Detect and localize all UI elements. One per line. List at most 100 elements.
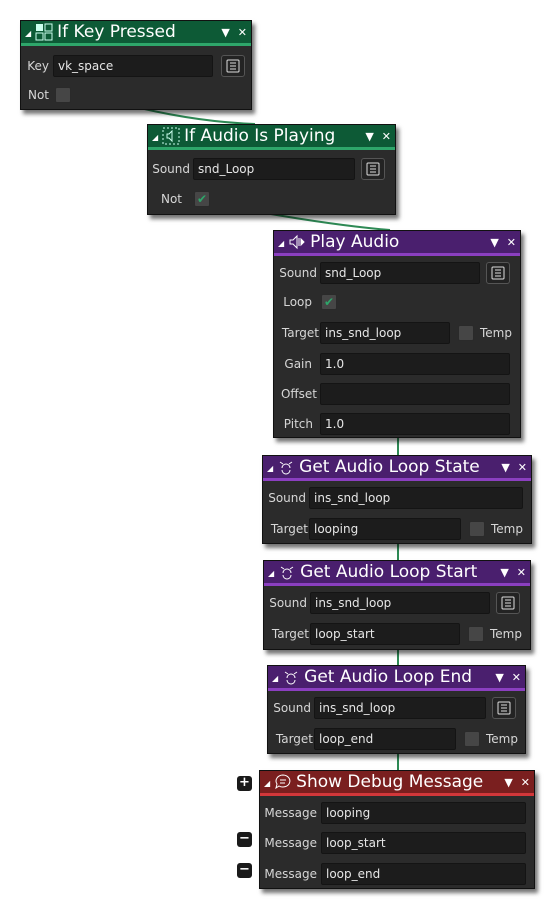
pitch-label: Pitch <box>283 417 313 431</box>
message-label: Message <box>264 806 317 820</box>
list-picker-icon <box>491 266 505 280</box>
block-title: Play Audio <box>310 232 400 252</box>
get-audio-loop-state-block[interactable]: ◢ Get Audio Loop State ▼ ✕ Sound ins_snd_… <box>262 455 532 544</box>
list-picker-icon <box>366 162 380 176</box>
message-input-3[interactable]: loop_end <box>321 863 526 885</box>
sound-input[interactable]: ins_snd_loop <box>310 592 490 614</box>
dropdown-arrow-icon[interactable]: ▼ <box>500 566 508 579</box>
block-title: Get Audio Loop Start <box>300 562 478 582</box>
collapse-triangle-icon[interactable]: ◢ <box>267 464 273 473</box>
remove-message-button-2[interactable]: − <box>237 832 252 847</box>
list-picker-icon <box>501 596 515 610</box>
play-audio-block[interactable]: ◢ Play Audio ▼ ✕ Sound snd_Loop Loop ✔ Ta… <box>273 230 521 438</box>
add-message-button[interactable]: + <box>237 776 252 791</box>
collapse-triangle-icon[interactable]: ◢ <box>272 674 278 683</box>
sound-input[interactable]: ins_snd_loop <box>309 487 523 509</box>
speech-bubble-icon <box>275 774 291 790</box>
temp-checkbox[interactable] <box>469 521 485 537</box>
sound-input[interactable]: snd_Loop <box>193 158 355 180</box>
gain-label: Gain <box>284 357 312 371</box>
list-picker-icon <box>497 701 511 715</box>
sound-picker-button[interactable] <box>486 262 510 284</box>
get-audio-loop-start-block[interactable]: ◢ Get Audio Loop Start ▼ ✕ Sound ins_snd_… <box>263 560 531 650</box>
block-header[interactable]: ◢ Get Audio Loop State ▼ ✕ <box>263 456 531 481</box>
not-label: Not <box>160 192 182 206</box>
close-icon[interactable]: ✕ <box>512 671 521 684</box>
target-label: Target <box>271 627 309 641</box>
sound-input[interactable]: snd_Loop <box>320 262 480 284</box>
key-grid-icon <box>35 23 53 41</box>
temp-checkbox[interactable] <box>468 626 484 642</box>
dropdown-arrow-icon[interactable]: ▼ <box>495 671 503 684</box>
temp-label: Temp <box>490 627 522 641</box>
offset-label: Offset <box>280 387 317 401</box>
dropdown-arrow-icon[interactable]: ▼ <box>221 26 229 39</box>
target-label: Target <box>281 326 319 340</box>
close-icon[interactable]: ✕ <box>382 130 391 143</box>
collapse-triangle-icon[interactable]: ◢ <box>268 569 274 578</box>
wire-2 <box>264 212 391 231</box>
message-input-1[interactable]: looping <box>321 802 526 824</box>
block-header[interactable]: ◢ Get Audio Loop Start ▼ ✕ <box>264 561 530 586</box>
key-input[interactable]: vk_space <box>53 55 213 77</box>
target-input[interactable]: ins_snd_loop <box>320 322 450 344</box>
not-checkbox[interactable]: ✔ <box>194 191 210 207</box>
key-picker-button[interactable] <box>221 55 245 77</box>
temp-label: Temp <box>491 522 523 536</box>
temp-label: Temp <box>480 326 512 340</box>
close-icon[interactable]: ✕ <box>238 26 247 39</box>
block-header[interactable]: ◢ Play Audio ▼ ✕ <box>274 231 520 256</box>
audio-loop-icon <box>279 461 293 475</box>
collapse-triangle-icon[interactable]: ◢ <box>278 239 284 248</box>
target-input[interactable]: looping <box>309 518 461 540</box>
loop-checkbox[interactable]: ✔ <box>321 294 337 310</box>
close-icon[interactable]: ✕ <box>517 566 526 579</box>
temp-checkbox[interactable] <box>464 731 480 747</box>
audio-loop-icon <box>284 671 298 685</box>
checkmark-icon: ✔ <box>196 192 208 206</box>
pitch-input[interactable]: 1.0 <box>320 413 510 435</box>
sound-picker-button[interactable] <box>496 592 520 614</box>
sound-picker-button[interactable] <box>492 697 516 719</box>
wire-1 <box>139 107 256 125</box>
dropdown-arrow-icon[interactable]: ▼ <box>504 776 512 789</box>
target-input[interactable]: loop_start <box>310 623 460 645</box>
sound-label: Sound <box>268 491 306 505</box>
show-debug-message-block[interactable]: ◢ Show Debug Message ▼ ✕ Message looping … <box>259 770 535 889</box>
block-title: Get Audio Loop End <box>304 667 473 687</box>
gain-input[interactable]: 1.0 <box>320 353 510 375</box>
target-label: Target <box>270 522 308 536</box>
block-title: Show Debug Message <box>296 772 484 792</box>
close-icon[interactable]: ✕ <box>521 776 530 789</box>
get-audio-loop-end-block[interactable]: ◢ Get Audio Loop End ▼ ✕ Sound ins_snd_lo… <box>267 665 526 754</box>
dropdown-arrow-icon[interactable]: ▼ <box>490 236 498 249</box>
audio-loop-icon <box>280 566 294 580</box>
block-header[interactable]: ◢ If Key Pressed ▼ ✕ <box>21 21 251 46</box>
offset-input[interactable] <box>320 383 510 405</box>
block-title: Get Audio Loop State <box>299 457 480 477</box>
if-key-pressed-block[interactable]: ◢ If Key Pressed ▼ ✕ Key vk_space Not <box>20 20 252 110</box>
close-icon[interactable]: ✕ <box>507 236 516 249</box>
target-label: Target <box>275 732 313 746</box>
collapse-triangle-icon[interactable]: ◢ <box>25 29 31 38</box>
block-header[interactable]: ◢ Show Debug Message ▼ ✕ <box>260 771 534 796</box>
speaker-icon <box>289 234 305 250</box>
checkmark-icon: ✔ <box>323 295 335 309</box>
close-icon[interactable]: ✕ <box>518 461 527 474</box>
message-input-2[interactable]: loop_start <box>321 832 526 854</box>
remove-message-button-3[interactable]: − <box>237 863 252 878</box>
sound-input[interactable]: ins_snd_loop <box>314 697 486 719</box>
dropdown-arrow-icon[interactable]: ▼ <box>365 130 373 143</box>
temp-checkbox[interactable] <box>458 325 474 341</box>
target-input[interactable]: loop_end <box>314 728 456 750</box>
collapse-triangle-icon[interactable]: ◢ <box>152 133 158 142</box>
block-header[interactable]: ◢ If Audio Is Playing ▼ ✕ <box>148 125 395 150</box>
if-audio-is-playing-block[interactable]: ◢ If Audio Is Playing ▼ ✕ Sound snd_Loop … <box>147 124 396 215</box>
collapse-triangle-icon[interactable]: ◢ <box>264 779 270 788</box>
not-checkbox[interactable] <box>55 87 71 103</box>
sound-picker-button[interactable] <box>361 158 385 180</box>
message-label: Message <box>264 836 317 850</box>
block-header[interactable]: ◢ Get Audio Loop End ▼ ✕ <box>268 666 525 691</box>
dropdown-arrow-icon[interactable]: ▼ <box>501 461 509 474</box>
key-label: Key <box>27 59 49 73</box>
